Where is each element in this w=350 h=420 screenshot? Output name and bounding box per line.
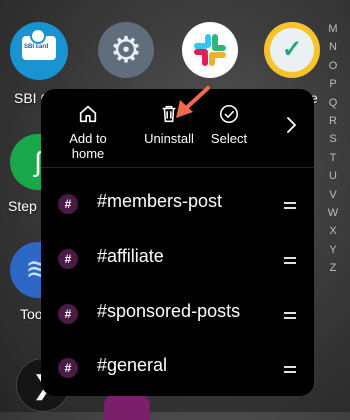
alphabet-letter[interactable]: M bbox=[328, 20, 337, 38]
chevron-right-icon bbox=[287, 117, 296, 133]
slack-app-icon[interactable] bbox=[182, 22, 238, 78]
select-label: Select bbox=[210, 131, 248, 146]
app-shortcut-popup: Add to home Uninstall Select # #members-… bbox=[41, 89, 314, 396]
channel-hash-icon: # bbox=[58, 358, 78, 378]
slack-logo-icon bbox=[194, 34, 226, 66]
shortcut-label: #general bbox=[97, 355, 168, 375]
uninstall-label: Uninstall bbox=[144, 131, 194, 146]
drag-handle-icon[interactable] bbox=[284, 202, 296, 209]
step-app-label: Step bbox=[8, 198, 37, 214]
alphabet-letter[interactable]: R bbox=[329, 112, 337, 130]
more-actions-button[interactable] bbox=[281, 113, 301, 137]
shortcut-label: #members-post bbox=[97, 191, 223, 211]
alphabet-letter[interactable]: O bbox=[329, 57, 338, 75]
add-to-home-button[interactable]: Add to home bbox=[57, 103, 119, 161]
drag-handle-icon[interactable] bbox=[284, 366, 296, 373]
home-icon bbox=[79, 105, 97, 123]
alphabet-letter[interactable]: N bbox=[329, 38, 337, 56]
channel-hash-icon: # bbox=[58, 194, 78, 214]
alphabet-letter[interactable]: X bbox=[329, 222, 336, 240]
sbi-card-logo-text: SBI card bbox=[24, 44, 49, 50]
channel-hash-icon: # bbox=[58, 249, 78, 269]
alphabet-letter[interactable]: Q bbox=[329, 94, 338, 112]
alphabet-letter[interactable]: U bbox=[329, 167, 337, 185]
shortcut-item-sponsored-posts[interactable]: # #sponsored-posts bbox=[41, 288, 314, 340]
drag-handle-icon[interactable] bbox=[284, 312, 296, 319]
shortcut-item-general[interactable]: # #general bbox=[41, 342, 314, 394]
settings-app-icon[interactable]: ⚙ bbox=[98, 22, 154, 78]
channel-hash-icon: # bbox=[58, 304, 78, 324]
uninstall-button[interactable]: Uninstall bbox=[129, 103, 209, 146]
shortcut-label: #sponsored-posts bbox=[97, 301, 241, 321]
check-circle-icon bbox=[219, 104, 239, 124]
alphabet-index-scroller[interactable]: M N O P Q R S T U V W X Y Z bbox=[326, 20, 340, 278]
add-to-home-label-line2: home bbox=[71, 146, 105, 161]
alphabet-letter[interactable]: W bbox=[328, 204, 338, 222]
gear-icon: ⚙ bbox=[109, 29, 143, 70]
sbi-card-app-icon[interactable]: SBI card bbox=[10, 22, 68, 80]
alphabet-letter[interactable]: Y bbox=[329, 241, 336, 259]
shortcut-label: #affiliate bbox=[97, 246, 164, 266]
clock-app-icon[interactable]: ✓ bbox=[264, 22, 320, 78]
alphabet-letter[interactable]: Z bbox=[330, 259, 337, 277]
alphabet-letter[interactable]: P bbox=[329, 75, 336, 93]
trash-icon bbox=[162, 105, 176, 123]
add-to-home-label-line1: Add to bbox=[69, 131, 107, 146]
check-clock-icon: ✓ bbox=[281, 36, 303, 63]
popup-action-bar: Add to home Uninstall Select bbox=[41, 89, 314, 161]
alphabet-letter[interactable]: V bbox=[329, 186, 336, 204]
alphabet-letter[interactable]: T bbox=[330, 149, 337, 167]
shortcut-item-members-post[interactable]: # #members-post bbox=[41, 178, 314, 230]
tools-app-label: Too bbox=[20, 306, 43, 322]
alphabet-letter[interactable]: S bbox=[329, 130, 336, 148]
shortcut-item-affiliate[interactable]: # #affiliate bbox=[41, 233, 314, 285]
sbi-card-logo: SBI card bbox=[22, 28, 56, 60]
popup-divider bbox=[41, 167, 314, 168]
drag-handle-icon[interactable] bbox=[284, 257, 296, 264]
select-button[interactable]: Select bbox=[201, 103, 257, 146]
